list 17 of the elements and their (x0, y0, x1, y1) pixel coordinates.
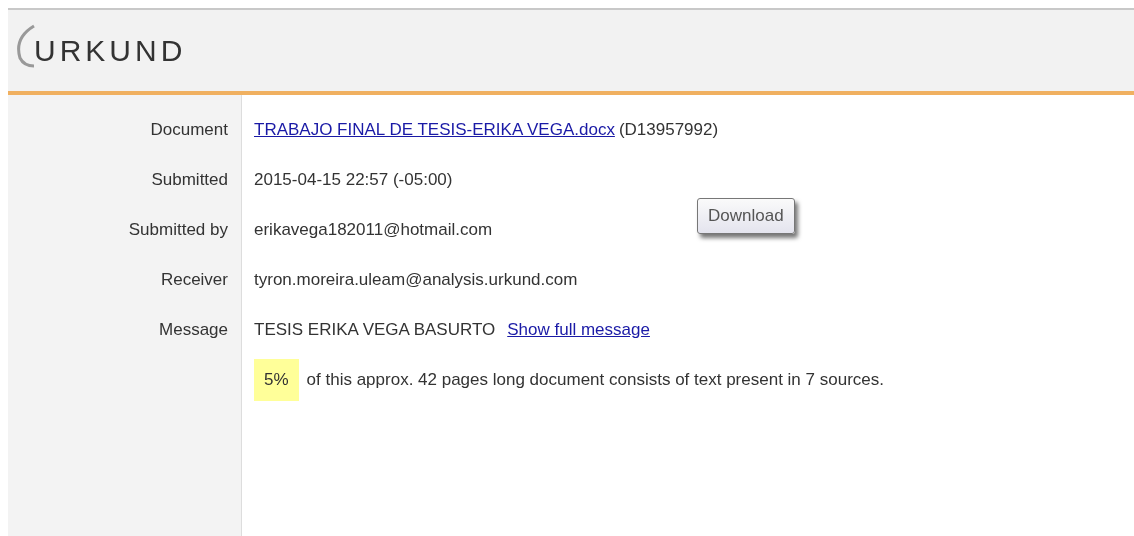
logo-arc-icon (14, 24, 36, 68)
summary-text: of this approx. 42 pages long document consists of text present in 7 sources. (306, 369, 884, 391)
detail-label: Message (159, 319, 228, 341)
detail-label: Receiver (160, 269, 228, 291)
percent-badge: 5% (254, 359, 299, 401)
detail-value: 2015-04-15 22:57 (-05:00) (254, 170, 453, 189)
document-id: (D13957992) (618, 119, 719, 141)
message-text: TESIS ERIKA VEGA BASURTO (254, 319, 496, 341)
download-button[interactable]: Download (697, 198, 795, 234)
document-link[interactable]: TRABAJO FINAL DE TESIS-ERIKA VEGA.docx (254, 117, 615, 143)
detail-label: Submitted by (128, 219, 228, 241)
detail-label: Document (150, 119, 228, 141)
detail-value: erikavega182011@hotmail.com (254, 220, 493, 239)
detail-value: tyron.moreira.uleam@analysis.urkund.com (254, 270, 578, 289)
show-full-message-link[interactable]: Show full message (507, 317, 650, 343)
detail-label: Submitted (151, 169, 228, 191)
logo: URKUND (28, 28, 187, 73)
